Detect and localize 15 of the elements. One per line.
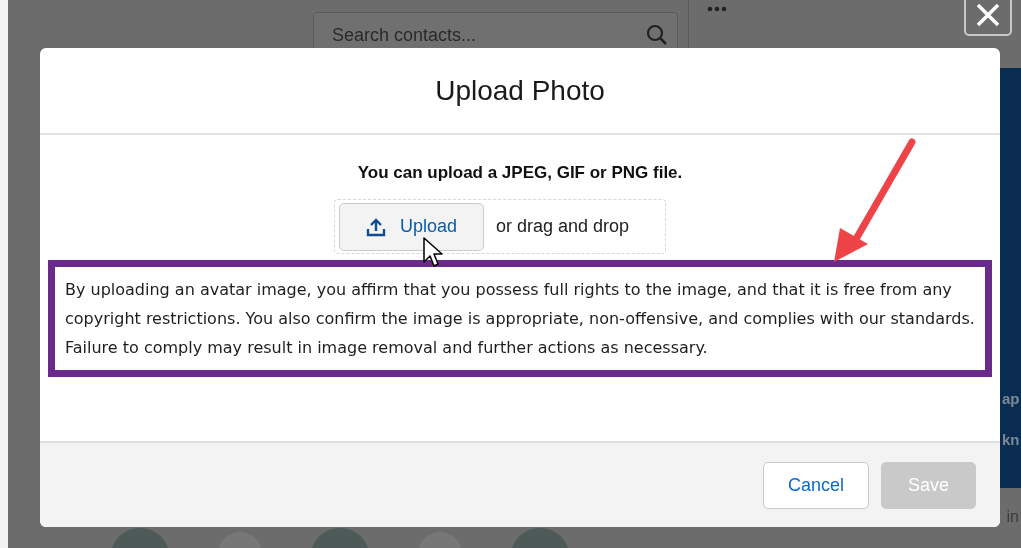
close-button[interactable]	[964, 0, 1012, 36]
search-icon	[646, 24, 668, 46]
close-icon	[975, 2, 1001, 28]
panel-text: kn	[1002, 431, 1021, 448]
drop-zone[interactable]: Upload or drag and drop	[334, 199, 666, 254]
dialog-title: Upload Photo	[435, 74, 605, 107]
upload-button[interactable]: Upload	[339, 202, 484, 251]
dialog-button[interactable]: Cancel	[762, 461, 869, 509]
cursor-icon	[422, 236, 446, 268]
panel-text: ap	[1002, 390, 1021, 407]
upload-icon	[365, 216, 386, 237]
drop-text: or drag and drop	[496, 216, 630, 237]
notice-text: By uploading an avatar image, you affirm that you possess full rights to the image, and that it is free from any copyright restrictions. You also confirm the image is appropriate, non-offensive, and complies with our standards. Failure to comply may result in image removal and further actions as necessary.	[65, 279, 975, 359]
more-icon[interactable]	[707, 6, 727, 12]
file-type-hint: You can upload a JPEG, GIF or PNG file.	[357, 163, 683, 183]
